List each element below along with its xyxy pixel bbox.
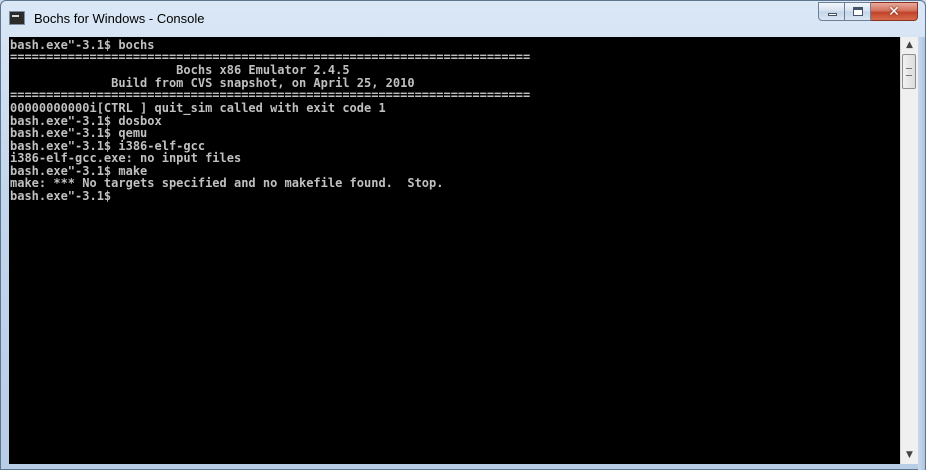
window-frame-edge [918, 37, 925, 470]
vertical-scrollbar[interactable]: ▲ ▼ [900, 37, 918, 464]
console-line: make: *** No targets specified and no ma… [10, 176, 444, 190]
console-app-icon[interactable] [9, 11, 25, 25]
console-line: ========================================… [10, 50, 531, 64]
console-line: 00000000000i[CTRL ] quit_sim called with… [10, 101, 386, 115]
maximize-icon [853, 7, 863, 16]
close-button[interactable]: ✕ [871, 2, 918, 21]
scrollbar-thumb[interactable] [902, 54, 916, 89]
console-line: bash.exe"-3.1$ [10, 189, 112, 203]
console-line: i386-elf-gcc.exe: no input files [10, 151, 242, 165]
console-window: Bochs for Windows - Console ✕ bash.exe"-… [0, 0, 926, 470]
console-line: Bochs x86 Emulator 2.4.5 [10, 63, 350, 77]
close-icon: ✕ [888, 4, 900, 20]
caption-buttons: ✕ [818, 2, 918, 21]
scroll-up-icon[interactable]: ▲ [901, 37, 918, 54]
minimize-icon [828, 13, 837, 16]
console-line: bash.exe"-3.1$ qemu [10, 126, 148, 140]
maximize-button[interactable] [845, 2, 871, 21]
console-line: ========================================… [10, 88, 531, 102]
window-title: Bochs for Windows - Console [34, 11, 205, 26]
title-bar[interactable]: Bochs for Windows - Console ✕ [1, 1, 925, 37]
minimize-button[interactable] [818, 2, 845, 21]
scroll-down-icon[interactable]: ▼ [901, 447, 918, 464]
console-output[interactable]: bash.exe"-3.1$ bochs ===================… [9, 37, 900, 464]
